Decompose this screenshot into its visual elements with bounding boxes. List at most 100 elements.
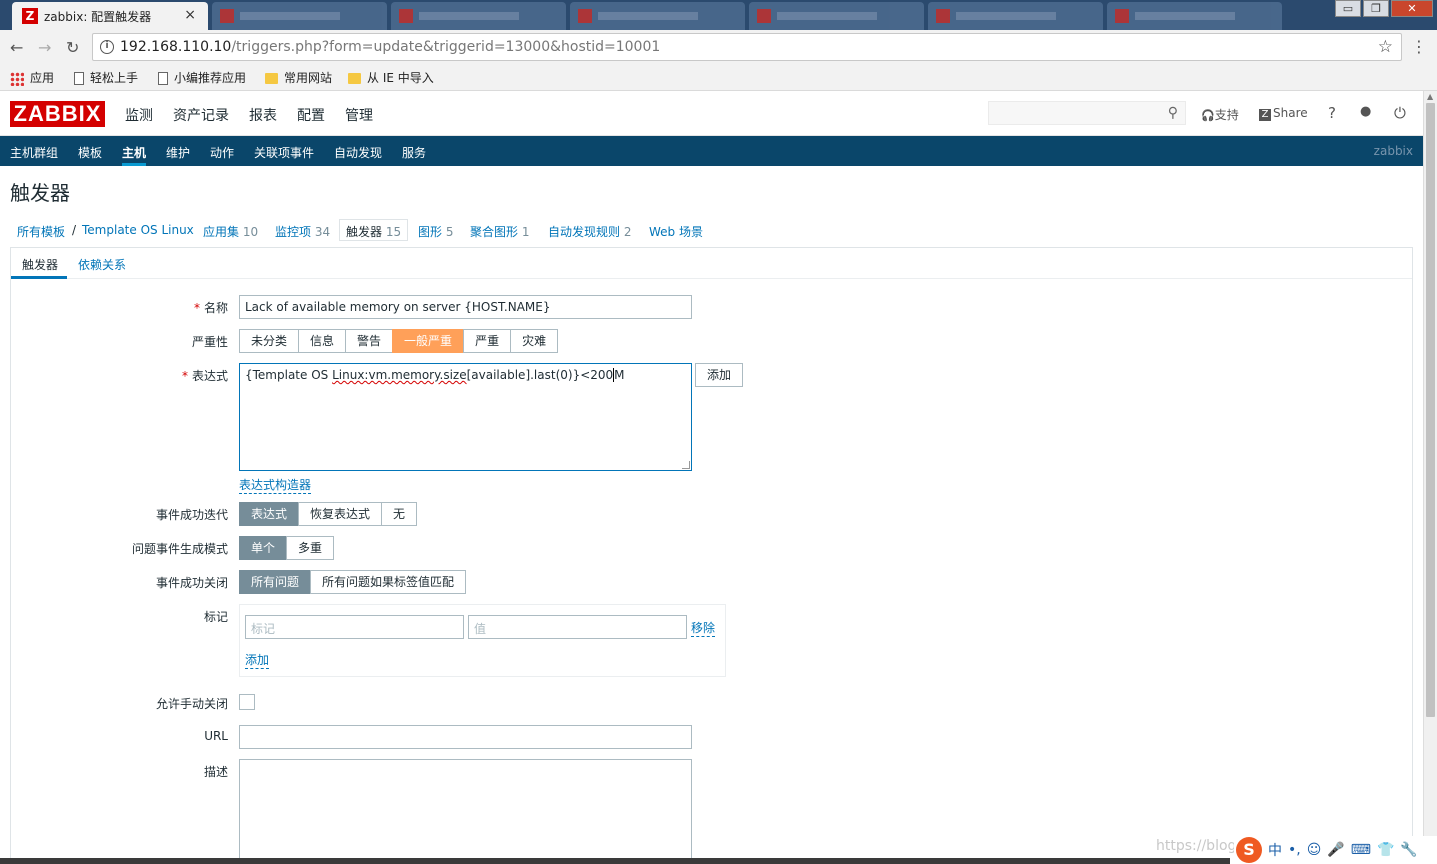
menu-configuration[interactable]: 配置 — [297, 105, 325, 125]
bookmark-recommended[interactable]: 小编推荐应用 — [158, 69, 246, 86]
info-icon[interactable]: i — [100, 40, 114, 54]
breadcrumb-all-templates[interactable]: 所有模板 — [17, 223, 65, 240]
menu-icon[interactable]: ⋮ — [1411, 37, 1427, 56]
bookmarks-bar: 应用 轻松上手 小编推荐应用 常用网站 从 IE 中导入 — [0, 64, 1437, 91]
breadcrumb-discovery-rules[interactable]: 自动发现规则 2 — [548, 223, 631, 240]
breadcrumb-web-scenarios[interactable]: Web 场景 — [649, 223, 703, 240]
browser-tab[interactable] — [928, 2, 1103, 30]
menu-reports[interactable]: 报表 — [249, 105, 277, 125]
url-input[interactable]: i 192.168.110.10/triggers.php?form=updat… — [92, 33, 1402, 61]
ime-tools-icon[interactable]: 🔧 — [1400, 842, 1417, 858]
breadcrumb-label: 聚合图形 — [470, 225, 519, 239]
problem-mode-multiple[interactable]: 多重 — [286, 536, 335, 560]
breadcrumb-template[interactable]: Template OS Linux — [82, 223, 194, 237]
star-icon[interactable]: ☆ — [1378, 37, 1393, 57]
restore-button[interactable]: ❐ — [1363, 0, 1389, 17]
address-bar: ← → ↻ i 192.168.110.10/triggers.php?form… — [0, 30, 1437, 64]
tab-title-blurred — [419, 12, 519, 20]
zabbix-logo[interactable]: ZABBIX — [10, 101, 105, 127]
url-field[interactable] — [239, 725, 692, 749]
breadcrumb-graphs[interactable]: 图形 5 — [418, 223, 453, 240]
trigger-form: 触发器 依赖关系 * 名称 Lack of available memory on… — [10, 247, 1413, 864]
search-input[interactable]: ⚲ — [988, 101, 1186, 125]
bookmark-apps[interactable]: 应用 — [10, 69, 54, 86]
subnav-host-groups[interactable]: 主机群组 — [10, 144, 58, 161]
scroll-up-arrow-icon[interactable]: ▲ — [1427, 92, 1433, 101]
severity-warning[interactable]: 警告 — [345, 329, 394, 353]
expression-builder-link[interactable]: 表达式构造器 — [239, 476, 312, 494]
expression-textarea[interactable]: {Template OS Linux:vm.memory.size[availa… — [239, 363, 692, 471]
ok-close-tag-match[interactable]: 所有问题如果标签值匹配 — [310, 570, 467, 594]
severity-high[interactable]: 严重 — [463, 329, 512, 353]
browser-tab[interactable] — [1107, 2, 1282, 30]
tab-dependencies[interactable]: 依赖关系 — [78, 256, 126, 273]
subnav-discovery[interactable]: 自动发现 — [334, 144, 382, 161]
tag-value-input[interactable]: 值 — [468, 615, 687, 639]
tag-name-input[interactable]: 标记 — [245, 615, 464, 639]
description-textarea[interactable] — [239, 759, 692, 862]
minimize-button[interactable]: ▭ — [1335, 0, 1361, 17]
ok-event-recovery-expression[interactable]: 恢复表达式 — [298, 502, 383, 526]
support-link[interactable]: 🎧支持 — [1201, 106, 1239, 123]
breadcrumb-applications[interactable]: 应用集 10 — [203, 223, 258, 240]
subnav-maintenance[interactable]: 维护 — [166, 144, 190, 161]
search-icon[interactable]: ⚲ — [1168, 105, 1178, 121]
severity-information[interactable]: 信息 — [298, 329, 347, 353]
menu-monitoring[interactable]: 监测 — [125, 105, 153, 125]
reload-icon[interactable]: ↻ — [66, 38, 79, 57]
ime-punctuation-icon[interactable]: •, — [1288, 842, 1301, 858]
logout-power-icon[interactable]: ⏻ — [1394, 104, 1406, 122]
severity-average[interactable]: 一般严重 — [392, 329, 465, 353]
ok-event-expression[interactable]: 表达式 — [239, 502, 300, 526]
tag-remove-link[interactable]: 移除 — [691, 619, 716, 637]
ok-close-all-problems[interactable]: 所有问题 — [239, 570, 312, 594]
share-link[interactable]: Z Share — [1259, 106, 1308, 121]
subnav-correlation[interactable]: 关联项事件 — [254, 144, 314, 161]
window-close-button[interactable]: ✕ — [1391, 0, 1433, 17]
ime-skin-icon[interactable]: 👕 — [1377, 842, 1394, 858]
ime-chinese-mode[interactable]: 中 — [1268, 840, 1282, 860]
subnav-templates[interactable]: 模板 — [78, 144, 102, 161]
name-input[interactable]: Lack of available memory on server {HOST… — [239, 295, 692, 319]
back-arrow-icon[interactable]: ← — [10, 38, 23, 57]
ok-event-none[interactable]: 无 — [381, 502, 418, 526]
bookmark-getting-started[interactable]: 轻松上手 — [74, 69, 138, 86]
resize-handle-icon[interactable] — [682, 461, 690, 469]
severity-not-classified[interactable]: 未分类 — [239, 329, 300, 353]
browser-tab[interactable] — [570, 2, 745, 30]
menu-inventory[interactable]: 资产记录 — [173, 105, 229, 125]
user-profile-icon[interactable]: ● — [1360, 104, 1371, 119]
url-path: /triggers.php?form=update&triggerid=1300… — [231, 39, 661, 55]
taskbar-strip — [0, 858, 1230, 864]
forward-arrow-icon[interactable]: → — [38, 38, 51, 57]
ime-keyboard-icon[interactable]: ⌨ — [1351, 842, 1371, 858]
help-icon[interactable]: ? — [1328, 104, 1336, 122]
severity-disaster[interactable]: 灾难 — [510, 329, 559, 353]
sogou-logo-icon[interactable]: S — [1236, 837, 1262, 863]
ime-emoji-icon[interactable]: ☺ — [1307, 842, 1322, 858]
menu-administration[interactable]: 管理 — [345, 105, 373, 125]
bookmark-common-sites[interactable]: 常用网站 — [265, 69, 332, 86]
subnav-services[interactable]: 服务 — [402, 144, 426, 161]
browser-tab-active[interactable]: Z zabbix: 配置触发器 × — [12, 2, 208, 30]
subnav-actions[interactable]: 动作 — [210, 144, 234, 161]
subnav-hosts[interactable]: 主机 — [122, 144, 146, 161]
tag-add-link[interactable]: 添加 — [245, 651, 270, 669]
breadcrumb-items[interactable]: 监控项 34 — [275, 223, 330, 240]
scrollbar-thumb[interactable] — [1426, 103, 1435, 717]
expression-add-button[interactable]: 添加 — [695, 363, 744, 387]
browser-tab[interactable] — [391, 2, 566, 30]
problem-mode-single[interactable]: 单个 — [239, 536, 288, 560]
tab-close-icon[interactable]: × — [184, 7, 196, 23]
breadcrumb-triggers[interactable]: 触发器 15 — [339, 219, 409, 241]
manual-close-checkbox[interactable] — [239, 694, 255, 710]
browser-tab[interactable] — [749, 2, 924, 30]
page-scrollbar[interactable]: ▲ — [1423, 91, 1437, 864]
ime-voice-icon[interactable]: 🎤 — [1327, 842, 1344, 858]
breadcrumb-screens[interactable]: 聚合图形 1 — [470, 223, 529, 240]
bookmark-ie-import[interactable]: 从 IE 中导入 — [348, 69, 434, 86]
share-label: Share — [1273, 106, 1308, 120]
tab-trigger[interactable]: 触发器 — [22, 256, 58, 273]
folder-icon — [348, 73, 361, 84]
browser-tab[interactable] — [212, 2, 387, 30]
